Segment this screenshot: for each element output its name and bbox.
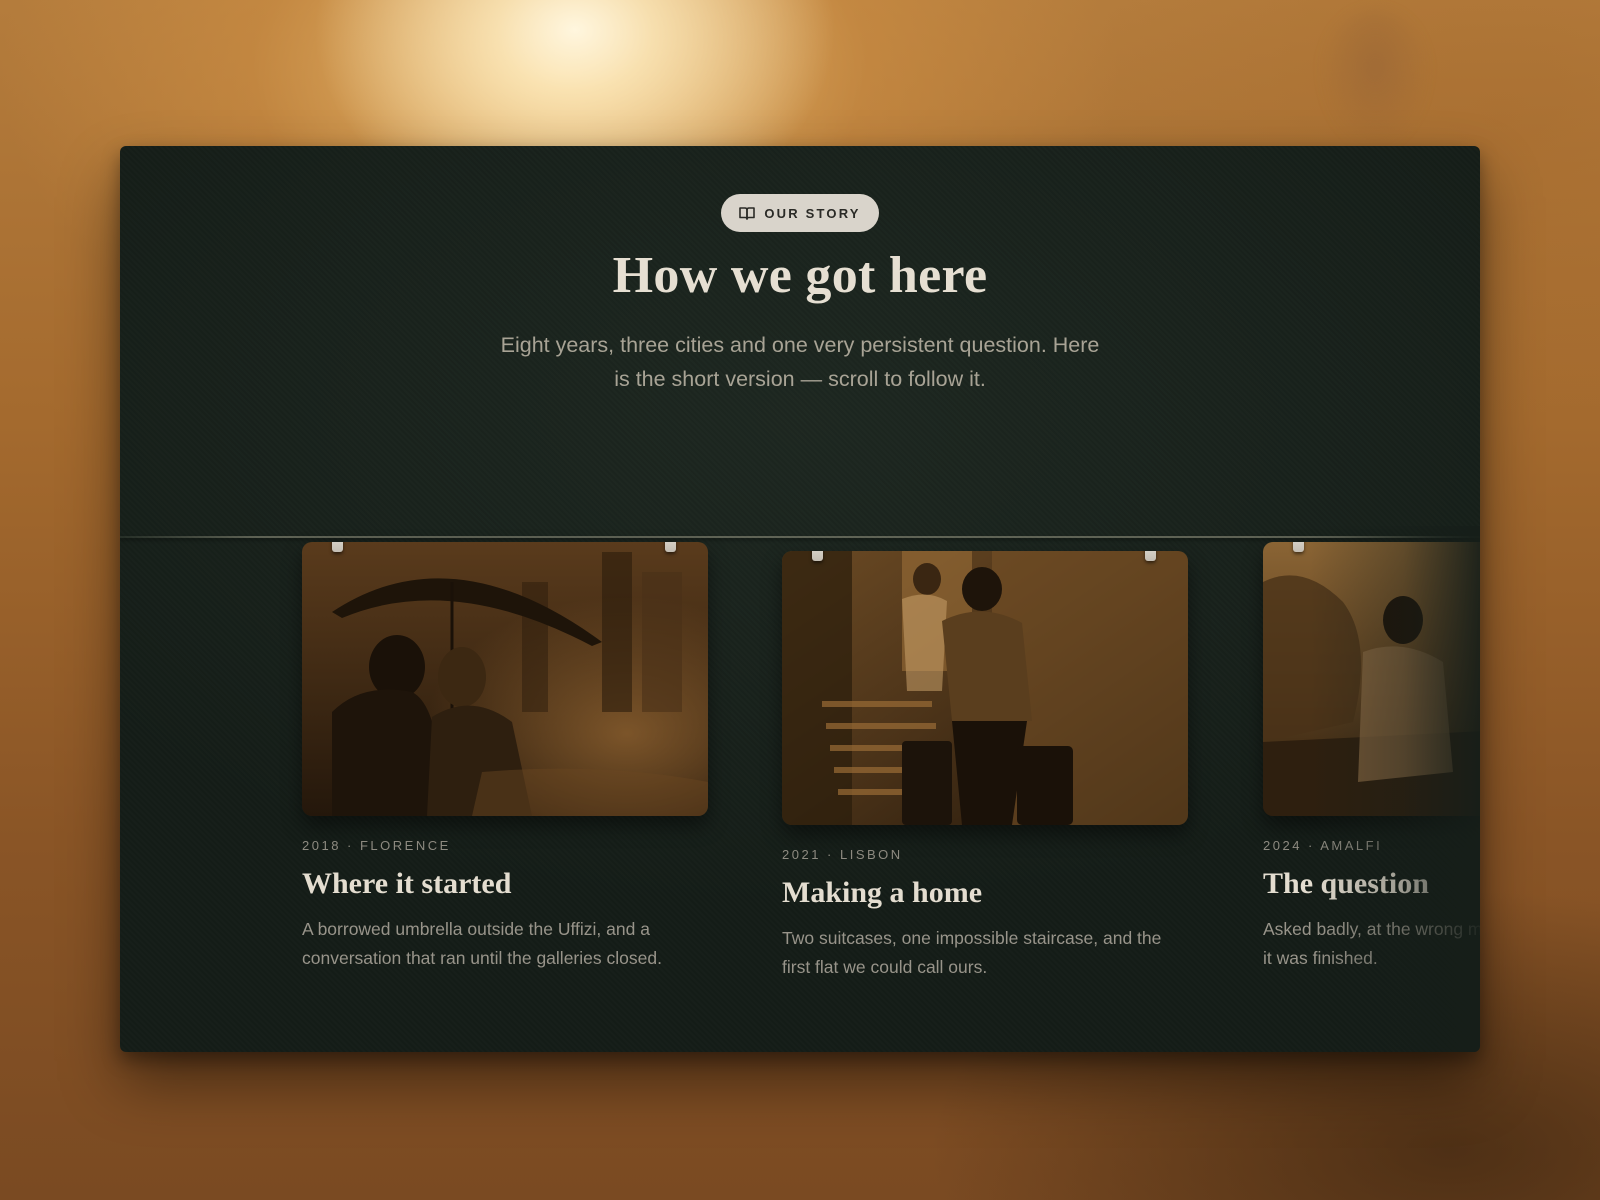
card-title: Where it started bbox=[302, 867, 512, 900]
card-meta: 2018 · FLORENCE bbox=[302, 838, 451, 853]
card-title: Making a home bbox=[782, 876, 983, 909]
badge-label: OUR STORY bbox=[764, 205, 861, 221]
card-photo bbox=[782, 551, 1188, 825]
section-subtitle: Eight years, three cities and one very p… bbox=[500, 333, 1100, 391]
timeline-card-amalfi[interactable]: 2024 · AMALFI The question Asked badly, … bbox=[1263, 542, 1480, 973]
card-meta: 2021 · LISBON bbox=[782, 847, 903, 862]
card-text: A borrowed umbrella outside the Uffizi, … bbox=[302, 919, 662, 968]
card-meta: 2024 · AMALFI bbox=[1263, 838, 1383, 853]
section-badge: OUR STORY bbox=[721, 194, 879, 232]
card-photo bbox=[1263, 542, 1480, 816]
section-title: How we got here bbox=[612, 247, 988, 304]
background-blur-shape bbox=[1320, 10, 1430, 150]
clothespin bbox=[1293, 542, 1304, 552]
clothespin bbox=[812, 551, 823, 561]
timeline-card-lisbon[interactable]: 2021 · LISBON Making a home Two suitcase… bbox=[782, 551, 1190, 982]
timeline-card-florence[interactable]: 2018 · FLORENCE Where it started A borro… bbox=[302, 542, 710, 973]
story-section: OUR STORY How we got here Eight years, t… bbox=[120, 146, 1480, 1052]
clothespin bbox=[665, 542, 676, 552]
card-photo bbox=[302, 542, 708, 816]
book-icon bbox=[739, 206, 756, 220]
clothespin bbox=[1145, 551, 1156, 561]
card-text: Two suitcases, one impossible staircase,… bbox=[782, 928, 1162, 977]
card-text: Asked badly, at the wrong moment, answer… bbox=[1263, 919, 1480, 968]
clothespin bbox=[332, 542, 343, 552]
card-title: The question bbox=[1263, 867, 1429, 900]
clothesline-string bbox=[120, 536, 1480, 538]
